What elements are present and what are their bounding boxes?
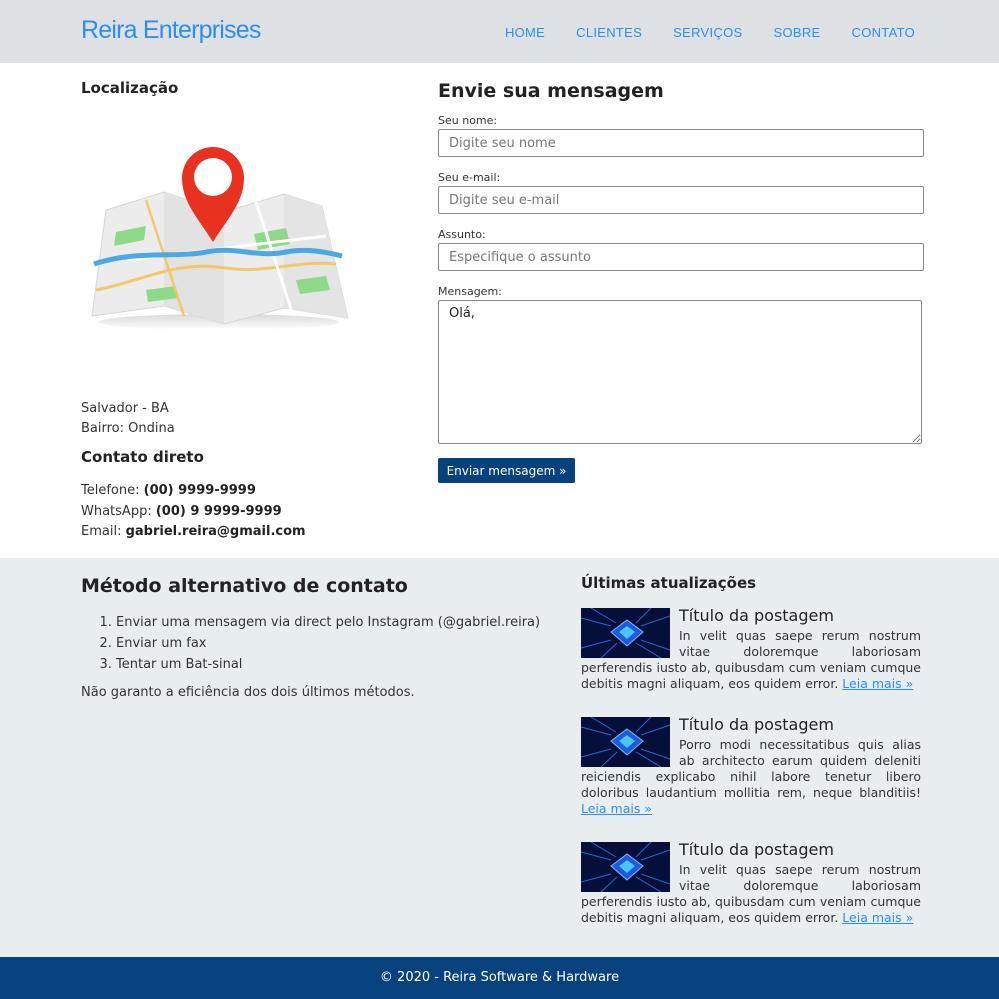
list-item: Enviar uma mensagem via direct pelo Inst… xyxy=(116,612,540,633)
phone-row: Telefone: (00) 9999-9999 xyxy=(81,481,306,502)
email-value: gabriel.reira@gmail.com xyxy=(125,524,306,539)
updates-heading: Últimas atualizações xyxy=(581,574,757,592)
name-label: Seu nome: xyxy=(438,114,498,127)
message-label: Mensagem: xyxy=(438,285,502,298)
whatsapp-label: WhatsApp: xyxy=(81,503,156,519)
whatsapp-row: WhatsApp: (00) 9 9999-9999 xyxy=(81,502,306,523)
name-input[interactable] xyxy=(438,129,924,157)
email-label: Email: xyxy=(81,524,126,539)
brand-logo[interactable]: Reira Enterprises xyxy=(81,16,261,45)
read-more-link[interactable]: Leia mais » xyxy=(842,676,913,691)
location-heading: Localização xyxy=(81,79,179,97)
email-input-label: Seu e-mail: xyxy=(438,171,501,184)
main-nav: HOME CLIENTES SERVIÇOS SOBRE CONTATO xyxy=(505,25,915,40)
post-item: Título da postagem In velit quas saepe r… xyxy=(581,606,921,692)
top-navbar: Reira Enterprises HOME CLIENTES SERVIÇOS… xyxy=(0,0,999,63)
phone-label: Telefone: xyxy=(81,483,144,498)
nav-sobre-link[interactable]: SOBRE xyxy=(773,25,820,40)
post-item: Título da postagem Porro modi necessitat… xyxy=(581,715,921,817)
alternative-contact-note: Não garanto a eficiência dos dois último… xyxy=(81,685,415,700)
phone-value: (00) 9999-9999 xyxy=(143,483,256,498)
nav-contato-link[interactable]: CONTATO xyxy=(852,25,916,40)
post-item: Título da postagem In velit quas saepe r… xyxy=(581,840,921,926)
form-heading: Envie sua mensagem xyxy=(438,80,664,102)
alternative-contact-list: Enviar uma mensagem via direct pelo Inst… xyxy=(116,612,540,675)
circuit-chip-image[interactable] xyxy=(581,608,670,658)
nav-home-link[interactable]: HOME xyxy=(505,25,545,40)
subject-input[interactable] xyxy=(438,243,924,271)
read-more-link[interactable]: Leia mais » xyxy=(581,801,652,816)
map-pin-illustration xyxy=(91,147,349,330)
whatsapp-value: (00) 9 9999-9999 xyxy=(155,503,282,519)
circuit-chip-image[interactable] xyxy=(581,842,670,892)
footer-copyright: © 2020 - Reira Software & Hardware xyxy=(379,970,620,985)
subject-label: Assunto: xyxy=(438,228,486,241)
direct-contact-heading: Contato direto xyxy=(81,448,204,466)
nav-servicos-link[interactable]: SERVIÇOS xyxy=(673,25,742,40)
list-item: Tentar um Bat-sinal xyxy=(116,654,540,675)
address-city: Salvador - BA xyxy=(81,401,169,416)
read-more-link[interactable]: Leia mais » xyxy=(842,910,913,925)
list-item: Enviar um fax xyxy=(116,633,540,654)
alternative-contact-heading: Método alternativo de contato xyxy=(81,575,408,597)
circuit-chip-image[interactable] xyxy=(581,717,670,767)
email-input[interactable] xyxy=(438,186,924,214)
message-textarea[interactable]: Olá, xyxy=(438,300,922,444)
send-message-button[interactable]: Enviar mensagem » xyxy=(438,458,575,483)
site-footer: © 2020 - Reira Software & Hardware xyxy=(0,957,999,999)
address-neighborhood: Bairro: Ondina xyxy=(81,421,175,436)
direct-contact-list: Telefone: (00) 9999-9999 WhatsApp: (00) … xyxy=(81,481,306,543)
nav-clientes-link[interactable]: CLIENTES xyxy=(576,25,642,40)
email-row: Email: gabriel.reira@gmail.com xyxy=(81,522,306,543)
address-block: Salvador - BA Bairro: Ondina xyxy=(81,399,175,439)
